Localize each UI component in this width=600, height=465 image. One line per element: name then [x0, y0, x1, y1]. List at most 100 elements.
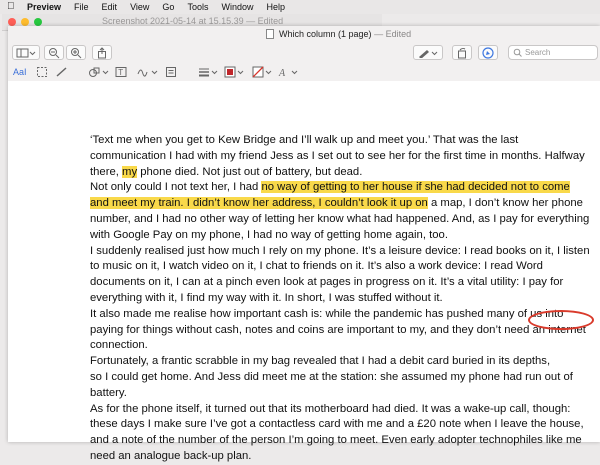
background-window-status: — Edited [246, 16, 284, 26]
text-selection-tool[interactable]: AaI [13, 67, 27, 77]
text-line[interactable]: with Google Pay on my phone, I had no wa… [90, 228, 590, 244]
text-line[interactable]: It also made me realise how important ca… [90, 307, 590, 323]
svg-text:T: T [118, 68, 123, 77]
document-text[interactable]: ‘Text me when you get to Kew Bridge and … [90, 133, 590, 465]
text-segment[interactable]: need an analogue back-up plan. [90, 450, 251, 462]
text-segment[interactable]: As for the phone itself, it turned out t… [90, 403, 570, 415]
document-icon [266, 29, 274, 39]
window-title-text: Which column (1 page) [279, 29, 372, 39]
text-line[interactable]: and a note of the number of the person I… [90, 433, 590, 449]
text-segment[interactable]: paying for things without cash, notes an… [90, 324, 586, 336]
text-line[interactable]: and meet my train. I didn’t know her add… [90, 196, 590, 212]
text-segment[interactable]: It also made me realise how important ca… [90, 308, 563, 320]
text-line[interactable]: Not only could I not text her, I had no … [90, 180, 590, 196]
text-segment[interactable]: a map, I don’t know her phone [428, 197, 583, 209]
sidebar-toggle-button[interactable] [12, 45, 40, 60]
search-field[interactable]: Search [508, 45, 598, 60]
text-segment[interactable]: phone died. Not just out of battery, but… [137, 166, 362, 178]
menu-go[interactable]: Go [162, 0, 174, 14]
svg-text:A: A [278, 68, 286, 78]
text-segment[interactable]: so I could get home. And Jess did meet m… [90, 371, 573, 383]
window-status: — Edited [374, 29, 412, 39]
signature-icon[interactable] [137, 66, 159, 78]
rotate-icon [458, 47, 466, 58]
zoom-in-button[interactable] [66, 45, 86, 60]
menu-edit[interactable]: Edit [102, 0, 118, 14]
background-window-title-text: Screenshot 2021-05-14 at 15.15.39 [102, 16, 244, 26]
text-line[interactable]: As for the phone itself, it turned out t… [90, 402, 590, 418]
rotate-button[interactable] [452, 45, 472, 60]
menu-help[interactable]: Help [266, 0, 285, 14]
text-line[interactable]: paying for things without cash, notes an… [90, 323, 590, 339]
highlighted-text[interactable]: no way of getting to her house if she ha… [261, 181, 570, 194]
text-segment[interactable]: there, [90, 166, 122, 178]
highlighted-text[interactable]: my [122, 165, 138, 178]
text-line[interactable]: ‘Text me when you get to Kew Bridge and … [90, 133, 590, 149]
markup-toolbar-button[interactable] [478, 45, 498, 60]
text-line[interactable]: communication I had with my friend Jess … [90, 149, 590, 165]
red-circle-annotation[interactable] [528, 310, 594, 330]
zoom-out-button[interactable] [44, 45, 64, 60]
menu-bar:  Preview File Edit View Go Tools Window… [0, 0, 600, 14]
text-segment[interactable]: number, and I had no other way of lettin… [90, 213, 589, 225]
menu-file[interactable]: File [74, 0, 89, 14]
markup-pen-button[interactable] [413, 45, 443, 60]
window-title-bar[interactable]: Which column (1 page) — Edited [8, 26, 600, 42]
menu-view[interactable]: View [130, 0, 149, 14]
highlighted-text[interactable]: and meet my train. I didn’t know her add… [90, 197, 428, 210]
text-segment[interactable]: connection. [90, 339, 148, 351]
zoom-icon[interactable] [34, 18, 42, 26]
window-title: Which column (1 page) — Edited [266, 29, 411, 39]
menu-tools[interactable]: Tools [187, 0, 208, 14]
text-line[interactable]: there, my phone died. Not just out of ba… [90, 165, 590, 181]
menu-app-name[interactable]: Preview [27, 0, 61, 14]
pen-icon [419, 49, 438, 58]
shapes-icon[interactable] [88, 66, 110, 78]
text-segment[interactable]: Not only could I not text her, I had [90, 181, 261, 193]
text-line[interactable]: battery. [90, 386, 590, 402]
zoom-out-icon [49, 47, 60, 58]
page-note-icon[interactable] [165, 66, 177, 78]
line-style-icon[interactable] [198, 66, 220, 78]
text-line[interactable]: need an analogue back-up plan. [90, 449, 590, 465]
document-page[interactable]: ‘Text me when you get to Kew Bridge and … [8, 81, 600, 462]
share-button[interactable] [92, 45, 112, 60]
minimize-icon[interactable] [21, 18, 29, 26]
text-segment[interactable]: communication I had with my friend Jess … [90, 150, 585, 162]
text-segment[interactable]: documents on it, I can at a pinch even l… [90, 276, 563, 288]
menu-window[interactable]: Window [221, 0, 253, 14]
share-icon [98, 46, 106, 58]
text-line[interactable]: documents on it, I can at a pinch even l… [90, 275, 590, 291]
text-box-icon[interactable]: T [115, 66, 127, 78]
text-segment[interactable]: to music on it, I watch video on it, I c… [90, 260, 543, 272]
text-segment[interactable]: I suddenly realised just how much I rely… [90, 245, 590, 257]
main-toolbar: Search [8, 42, 600, 64]
markup-toolbar: AaI T A [8, 64, 600, 82]
text-segment[interactable]: everything with it, I find my way with i… [90, 292, 443, 304]
text-segment[interactable]: battery. [90, 387, 127, 399]
text-segment[interactable]: ‘Text me when you get to Kew Bridge and … [90, 134, 518, 146]
text-line[interactable]: to music on it, I watch video on it, I c… [90, 259, 590, 275]
text-segment[interactable]: with Google Pay on my phone, I had no wa… [90, 229, 448, 241]
search-placeholder: Search [525, 48, 551, 57]
text-line[interactable]: these days I make sure I’ve got a contac… [90, 417, 590, 433]
rectangular-selection-icon[interactable] [36, 66, 48, 78]
text-line[interactable]: number, and I had no other way of lettin… [90, 212, 590, 228]
background-window-title: Screenshot 2021-05-14 at 15.15.39 — Edit… [102, 16, 283, 26]
text-line[interactable]: connection. [90, 338, 590, 354]
text-line[interactable]: Fortunately, a frantic scrabble in my ba… [90, 354, 590, 370]
border-color-icon[interactable] [224, 66, 246, 78]
close-icon[interactable] [8, 18, 16, 26]
text-line[interactable]: I suddenly realised just how much I rely… [90, 244, 590, 260]
search-icon [513, 48, 522, 57]
text-segment[interactable]: these days I make sure I’ve got a contac… [90, 418, 584, 430]
text-segment[interactable]: Fortunately, a frantic scrabble in my ba… [90, 355, 550, 367]
text-line[interactable]: everything with it, I find my way with i… [90, 291, 590, 307]
apple-icon[interactable]:  [7, 0, 17, 14]
sketch-icon[interactable] [56, 66, 68, 78]
fill-color-icon[interactable] [252, 66, 274, 78]
background-window-controls [8, 18, 47, 26]
text-segment[interactable]: and a note of the number of the person I… [90, 434, 582, 446]
text-line[interactable]: so I could get home. And Jess did meet m… [90, 370, 590, 386]
text-style-icon[interactable]: A [278, 66, 300, 78]
